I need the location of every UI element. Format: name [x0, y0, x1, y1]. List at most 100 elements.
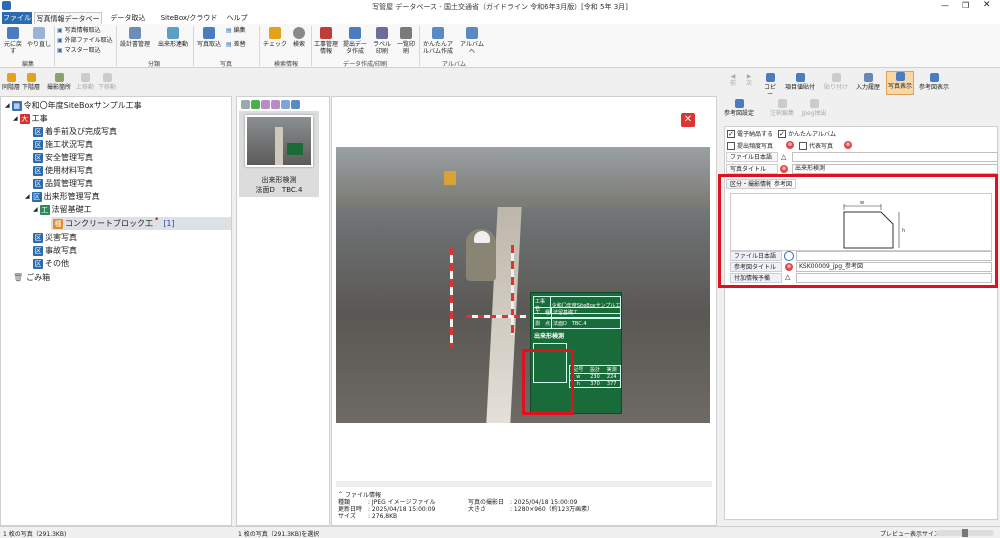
tree-item[interactable]: ◢ 区出来形管理写真: [25, 190, 100, 203]
checkbox-easy-album[interactable]: ✓ かんたんアルバム: [778, 129, 836, 138]
pen-icon[interactable]: [241, 100, 250, 109]
tree-sub[interactable]: ◢ 工法留基礎工: [33, 203, 92, 216]
tree-item[interactable]: 区その他: [33, 257, 69, 270]
import-photo-info-button[interactable]: ▣ 写真情報取込: [57, 27, 101, 34]
field-label: ファイル日本語名: [726, 152, 778, 171]
teishutsu-button[interactable]: 提出データ作成: [341, 27, 369, 55]
check-label: チェック: [262, 41, 287, 48]
item-paste-button[interactable]: 項目値貼付: [780, 73, 820, 91]
tab-help[interactable]: ヘルプ: [222, 12, 252, 24]
ref-show-button[interactable]: 参考図表示: [916, 73, 952, 91]
jpeg-icon: [809, 99, 819, 108]
slider-thumb[interactable]: [962, 529, 968, 537]
list-icon[interactable]: [291, 100, 300, 109]
import-master-label: マスター取込: [64, 47, 101, 54]
tree-item[interactable]: 区安全管理写真: [33, 151, 93, 164]
tree-item[interactable]: 区災害写真: [33, 231, 77, 244]
thumb-caption-2: 法面D TBC.4: [255, 186, 303, 194]
tree-item[interactable]: 区事故写真: [33, 244, 77, 257]
file-jp-name-input[interactable]: [792, 152, 998, 162]
check-icon[interactable]: [251, 100, 260, 109]
paste-button[interactable]: 貼り付け: [822, 73, 850, 91]
ref-setting-button[interactable]: 参考図設定: [724, 99, 754, 117]
close-viewer-icon[interactable]: ✕: [681, 113, 695, 127]
horizontal-scrollbar[interactable]: [336, 481, 712, 487]
checkbox-electronic[interactable]: ✓ 電子納品する: [727, 129, 773, 138]
photo-replace-button[interactable]: ▤ 差替: [226, 41, 246, 48]
tree-item[interactable]: 区施工状況写真: [33, 138, 93, 151]
photo-helmet: [474, 231, 490, 243]
tree-item[interactable]: 区品質管理写真: [33, 177, 93, 190]
tree-root[interactable]: ◢ ▦ 令和〇年度SiteBoxサンプル工事: [5, 99, 142, 112]
tree-item-label: 事故写真: [45, 246, 77, 255]
import-external-button[interactable]: ▣ 外部ファイル取込: [57, 37, 113, 44]
fileinfo-toggle[interactable]: ⌃ ファイル情報: [338, 490, 381, 499]
tab-file[interactable]: ファイル: [2, 12, 32, 24]
size-label: サイズ: [338, 513, 356, 520]
to-album-button[interactable]: アルバムへ: [458, 27, 486, 55]
next-button[interactable]: ▶ 次: [742, 73, 756, 87]
checkbox-representative[interactable]: 代表写真: [799, 141, 833, 150]
tree-item-label: 品質管理写真: [45, 179, 93, 188]
prev-button[interactable]: ◀ 前: [726, 73, 740, 87]
annotation-button[interactable]: 注釈編集: [768, 99, 796, 117]
jpeg-extract-button[interactable]: Jpeg抽出: [800, 99, 828, 117]
check-button[interactable]: チェック: [262, 27, 288, 48]
folder-icon: [6, 73, 16, 82]
easy-album-button[interactable]: かんたんアルバム作成: [421, 27, 455, 55]
list-print-button[interactable]: 一覧印刷: [395, 27, 417, 55]
tree-item[interactable]: 区着手前及び完成写真: [33, 125, 117, 138]
photo-title-input[interactable]: 出来形検測: [792, 164, 998, 174]
history-label: 入力履歴: [855, 84, 880, 91]
koji-icon: [320, 27, 332, 39]
chevron-up-icon: ⌃: [338, 491, 344, 498]
photo-take-button[interactable]: 写真取込: [195, 27, 223, 48]
modified-dot-icon: •: [154, 215, 160, 225]
koji-info-button[interactable]: 工事管理情報: [313, 27, 339, 55]
photo-show-button[interactable]: 写真表示: [886, 71, 914, 95]
design-manage-button[interactable]: 設計書管理: [118, 27, 152, 48]
tab-sitebox[interactable]: SiteBox/クラウド: [158, 12, 220, 24]
import-master-button[interactable]: ▣ マスター取込: [57, 47, 101, 54]
tab-photo-db[interactable]: 写真情報データベース: [34, 12, 102, 35]
label-print-button[interactable]: ラベル印刷: [371, 27, 393, 55]
move-down-button[interactable]: 下移動: [98, 73, 116, 91]
minimize-icon[interactable]: —: [941, 1, 949, 10]
grid-icon[interactable]: [281, 100, 290, 109]
tree-leaf-label: コンクリートブロック工: [65, 219, 153, 228]
tag-icon[interactable]: [271, 100, 280, 109]
paste-label: 貼り付け: [823, 84, 848, 91]
thumbnail-card[interactable]: 出来形検測 法面D TBC.4: [239, 111, 319, 197]
ribbon-separator: [259, 26, 260, 66]
thumb-channel: [275, 127, 283, 165]
category-icon: 区: [33, 245, 43, 256]
shoot-place-button[interactable]: 撮影箇所: [46, 73, 72, 91]
status-preview-size: プレビュー表示サイズ: [880, 531, 940, 538]
size-value: : 276.8KB: [368, 513, 398, 520]
undo-button[interactable]: 元に戻す: [2, 27, 24, 55]
undo-icon: [7, 27, 19, 39]
maximize-icon[interactable]: ❐: [962, 1, 969, 10]
tree-item-label: その他: [45, 259, 69, 268]
checkbox-frequency[interactable]: 提出頻度写真: [727, 141, 773, 150]
sub-level-button[interactable]: 下階層: [22, 73, 40, 91]
move-up-button[interactable]: 上移動: [76, 73, 94, 91]
tag-icon[interactable]: [261, 100, 270, 109]
tree-leaf-selected[interactable]: 種コンクリートブロック工 • [1]: [51, 215, 231, 230]
tree-kouji[interactable]: ◢ 大工事: [13, 112, 48, 125]
tree-trash[interactable]: 🗑 ごみ箱: [13, 271, 50, 284]
copy-button[interactable]: コピー: [762, 73, 778, 98]
photo-edit-button[interactable]: ▤ 編集: [226, 27, 246, 34]
dekigata-button[interactable]: 出来形連動: [155, 27, 191, 48]
search-button[interactable]: 検索: [288, 27, 310, 48]
board-td: 370: [590, 381, 600, 387]
redo-label: やり直し: [27, 41, 52, 48]
preview-size-slider[interactable]: [936, 529, 994, 537]
tab-data-import[interactable]: データ取込: [106, 12, 150, 24]
tree-item[interactable]: 区使用材料写真: [33, 164, 93, 177]
history-button[interactable]: 入力履歴: [854, 73, 882, 91]
redo-button[interactable]: やり直し: [27, 27, 51, 48]
same-level-button[interactable]: 同階層: [2, 73, 20, 91]
tree-kouji-label: 工事: [31, 114, 48, 123]
close-icon[interactable]: ✕: [983, 0, 991, 10]
